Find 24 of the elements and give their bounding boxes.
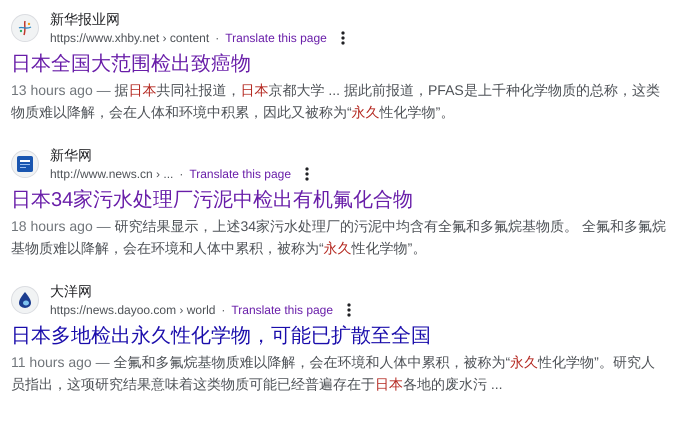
translate-link[interactable]: Translate this page [231, 301, 334, 319]
more-options-icon[interactable] [347, 303, 352, 317]
result-title[interactable]: 日本全国大范围检出致癌物 [11, 50, 673, 78]
separator-dot: · [215, 30, 220, 47]
translate-link[interactable]: Translate this page [225, 29, 327, 47]
translate-link[interactable]: Translate this page [189, 165, 291, 183]
result-title[interactable]: 日本34家污水处理厂污泥中检出有机氟化合物 [11, 186, 673, 214]
result-snippet: 13 hours ago — 据日本共同社报道，日本京都大学 ... 据此前报道，PFAS是上千种化学物质的总称，这类物质难以降解，会在人体和环境中积累，因此又被称为“永久性化学物”。 [11, 81, 661, 122]
site-name: 新华报业网 [50, 10, 121, 29]
result-url[interactable]: http://www.news.cn › ... [50, 165, 174, 183]
separator-dot: · [179, 166, 184, 183]
separator-dot: · [221, 302, 226, 319]
site-name: 大洋网 [50, 282, 93, 301]
news-logo-icon [16, 155, 34, 173]
drop-logo-icon [16, 291, 34, 309]
feather-logo-icon [16, 19, 34, 37]
result-snippet: 18 hours ago — 研究结果显示，上述34家污水处理厂的污泥中均含有全氟和多氟烷基物质。 全氟和多氟烷基物质难以降解，会在环境和人体中累积，被称为“永久性化学物”。 [11, 217, 666, 258]
more-options-icon[interactable] [340, 31, 345, 45]
result-snippet: 11 hours ago — 全氟和多氟烷基物质难以降解，会在环境和人体中累积，被称为“永久性化学物”。研究人员指出，这项研究结果意味着这类物质可能已经普遍存在于日本各地的废水污 ... [11, 353, 656, 394]
site-name: 新华网 [50, 146, 93, 165]
result-url[interactable]: https://news.dayoo.com › world [50, 301, 216, 319]
result-title[interactable]: 日本多地检出永久性化学物，可能已扩散至全国 [11, 322, 673, 350]
more-options-icon[interactable] [305, 167, 309, 181]
result-url[interactable]: https://www.xhby.net › content [50, 29, 210, 47]
